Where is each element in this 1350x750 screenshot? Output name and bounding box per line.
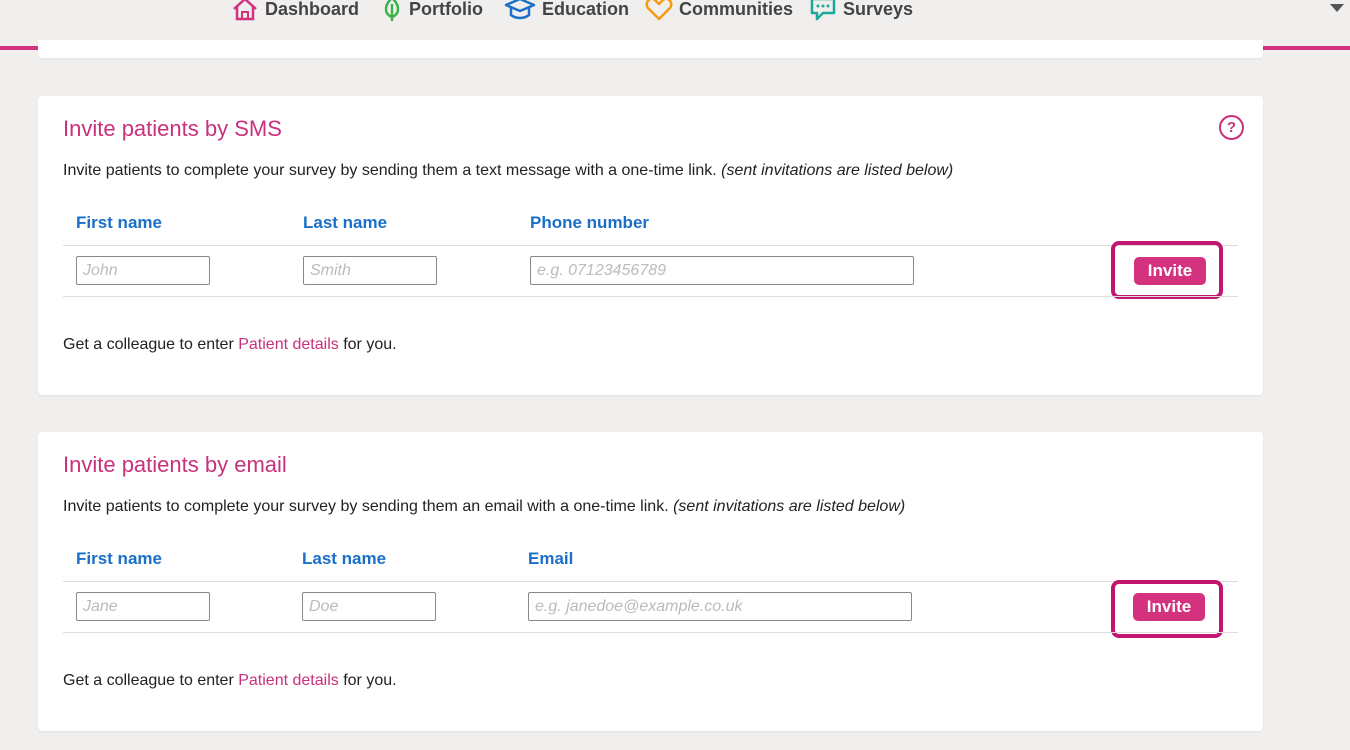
nav-item-label: Portfolio [409, 0, 483, 19]
heart-icon [645, 0, 673, 21]
patient-details-link[interactable]: Patient details [238, 672, 339, 689]
first-name-input[interactable] [76, 592, 210, 621]
card-title: Invite patients by email [63, 452, 287, 477]
table-divider [63, 581, 1238, 582]
help-icon[interactable]: ? [1219, 115, 1244, 140]
nav-item-label: Education [542, 0, 630, 19]
sms-invite-button[interactable]: Invite [1134, 257, 1206, 285]
column-header-phone-number: Phone number [530, 213, 650, 232]
column-header-email: Email [528, 549, 574, 568]
nav-item-dashboard[interactable]: Dashboard [231, 0, 359, 22]
table-divider [63, 245, 1238, 246]
home-icon [233, 0, 257, 21]
user-menu-caret-icon[interactable] [1330, 4, 1344, 12]
table-divider [63, 632, 1238, 633]
nav-item-surveys[interactable]: Surveys [809, 0, 913, 22]
leaf-icon [384, 0, 400, 21]
sms-invite-card: Invite patients by SMS ? Invite patients… [38, 96, 1263, 395]
previous-card-bottom [38, 40, 1263, 58]
first-name-input[interactable] [76, 256, 210, 285]
card-title: Invite patients by SMS [63, 116, 282, 141]
last-name-input[interactable] [302, 592, 436, 621]
column-header-first-name: First name [76, 213, 162, 232]
card-description: Invite patients to complete your survey … [63, 498, 906, 515]
column-header-first-name: First name [76, 549, 162, 568]
nav-item-label: Surveys [843, 0, 914, 19]
column-header-last-name: Last name [302, 549, 387, 568]
last-name-input[interactable] [303, 256, 437, 285]
nav-item-label: Dashboard [265, 0, 360, 19]
column-header-last-name: Last name [303, 213, 388, 232]
phone-number-input[interactable] [530, 256, 914, 285]
nav-item-label: Communities [679, 0, 794, 19]
colleague-note: Get a colleague to enter Patient details… [63, 672, 397, 689]
email-invite-card: Invite patients by email Invite patients… [38, 432, 1263, 731]
patient-details-link[interactable]: Patient details [238, 336, 339, 353]
table-divider [63, 296, 1238, 297]
email-input[interactable] [528, 592, 912, 621]
chat-bubble-icon [810, 0, 836, 21]
card-description: Invite patients to complete your survey … [63, 162, 954, 179]
nav-item-portfolio[interactable]: Portfolio [381, 0, 483, 22]
nav-item-education[interactable]: Education [504, 0, 629, 22]
email-invite-button[interactable]: Invite [1133, 593, 1205, 621]
colleague-note: Get a colleague to enter Patient details… [63, 336, 397, 353]
graduation-cap-icon [504, 0, 536, 20]
nav-item-communities[interactable]: Communities [645, 0, 793, 22]
